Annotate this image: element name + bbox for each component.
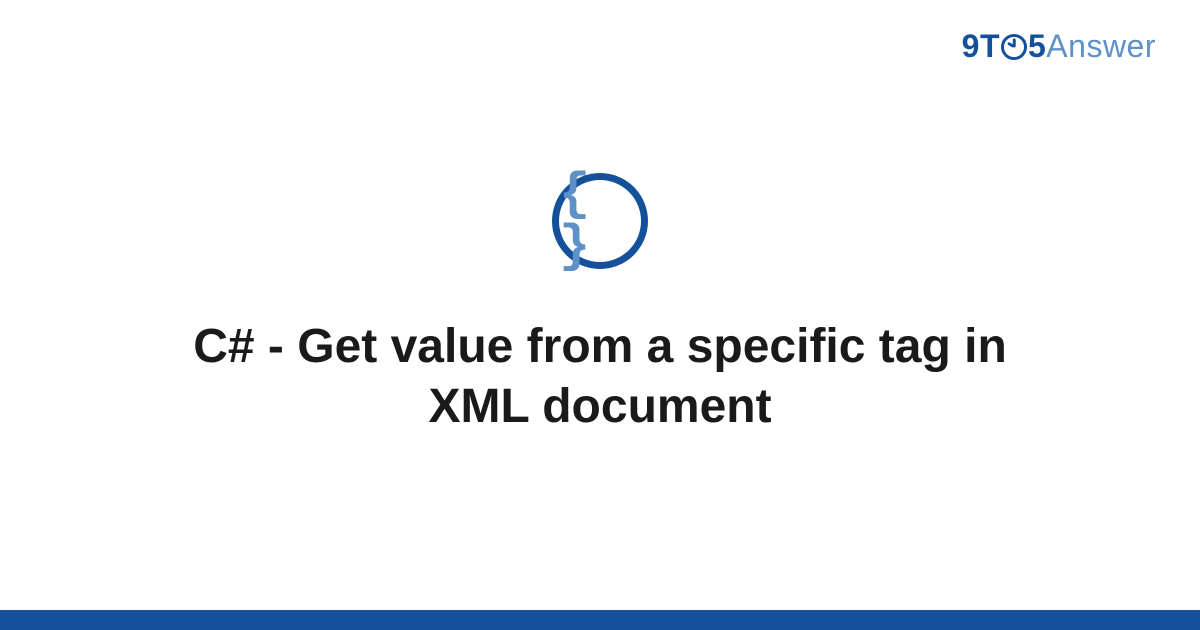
braces-glyph: { } bbox=[559, 169, 641, 273]
footer-bar bbox=[0, 610, 1200, 630]
page-title: C# - Get value from a specific tag in XM… bbox=[110, 317, 1090, 437]
content-area: { } C# - Get value from a specific tag i… bbox=[0, 0, 1200, 610]
braces-icon: { } bbox=[552, 173, 648, 269]
